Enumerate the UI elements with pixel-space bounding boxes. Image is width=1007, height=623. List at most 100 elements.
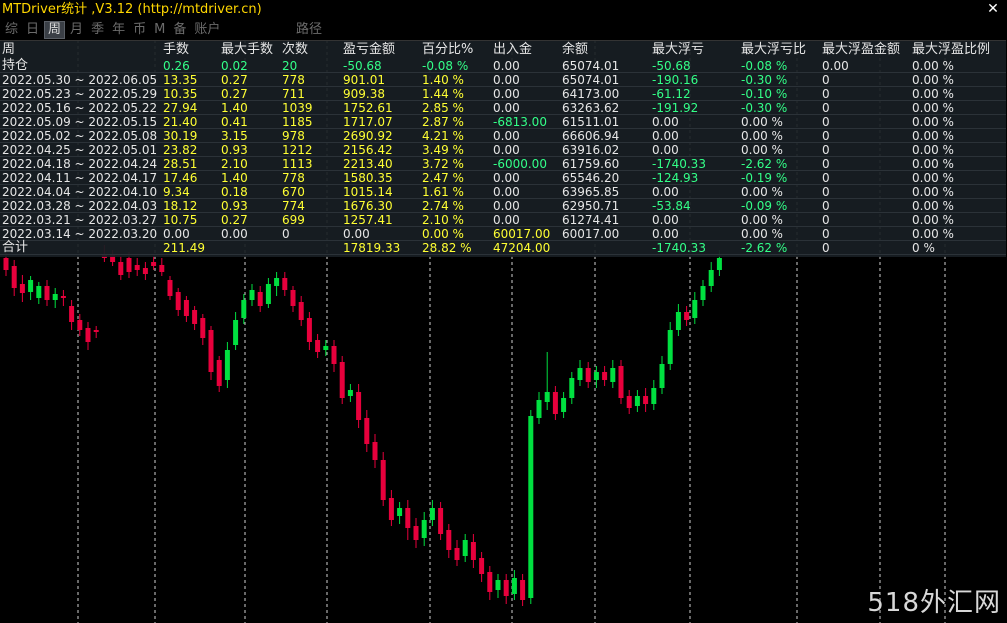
candle — [216, 356, 222, 392]
table-cell: 3.72 % — [422, 157, 464, 171]
candle-body — [257, 292, 263, 306]
table-row[interactable]: 2022.03.21 ~ 2022.03.27 10.75 0.27 699 1257.… — [0, 213, 1006, 227]
table-cell: 1039 — [282, 101, 313, 115]
column-header[interactable]: 最大浮亏比 — [741, 41, 806, 58]
candle-body — [413, 526, 419, 540]
candle — [438, 502, 444, 540]
tab-5[interactable]: 年 — [109, 21, 128, 39]
table-cell: 0.00 % — [912, 199, 954, 213]
column-header[interactable]: 周 — [2, 41, 15, 58]
column-header[interactable]: 最大浮亏 — [652, 41, 704, 58]
candle-body — [331, 346, 337, 364]
table-cell: 2022.04.11 ~ 2022.04.17 — [2, 171, 158, 185]
column-header[interactable]: 出入金 — [493, 41, 532, 58]
table-cell: 61511.01 — [562, 115, 620, 129]
table-cell: -191.92 — [652, 101, 699, 115]
column-header[interactable]: 余额 — [562, 41, 588, 58]
table-row[interactable]: 2022.05.02 ~ 2022.05.08 30.19 3.15 978 2690.… — [0, 129, 1006, 143]
candle-body — [36, 286, 42, 298]
table-row[interactable]: 2022.04.18 ~ 2022.04.24 28.51 2.10 1113 2213… — [0, 157, 1006, 171]
tab-1[interactable]: 日 — [23, 21, 42, 39]
table-cell: 778 — [282, 171, 305, 185]
candle — [93, 326, 99, 338]
table-cell: 18.12 — [163, 199, 198, 213]
candle-body — [347, 390, 353, 396]
column-header[interactable]: 手数 — [163, 41, 189, 58]
tab-7[interactable]: M — [151, 21, 168, 39]
table-total-row[interactable]: 合计 211.49 17819.33 28.82 % 47204.00 -1740.33 -… — [0, 241, 1006, 255]
table-row[interactable]: 2022.04.04 ~ 2022.04.10 9.34 0.18 670 1015.1… — [0, 185, 1006, 199]
table-row[interactable]: 2022.05.09 ~ 2022.05.15 21.40 0.41 1185 1717… — [0, 115, 1006, 129]
candle-body — [28, 280, 34, 292]
candle — [241, 294, 247, 324]
candle-body — [224, 350, 230, 380]
table-cell: 0.00 % — [741, 227, 783, 241]
tab-4[interactable]: 季 — [88, 21, 107, 39]
candle — [192, 306, 198, 330]
candle-body — [667, 330, 673, 364]
candle-body — [93, 330, 99, 332]
tab-0[interactable]: 综 — [2, 21, 21, 39]
column-header[interactable]: 最大浮盈比例 — [912, 41, 990, 58]
candle — [405, 500, 411, 540]
close-button[interactable]: ✕ — [983, 0, 1003, 18]
candle-body — [544, 392, 550, 402]
table-row[interactable]: 2022.03.28 ~ 2022.04.03 18.12 0.93 774 1676.… — [0, 199, 1006, 213]
table-cell: 65546.20 — [562, 171, 620, 185]
table-cell: 0.00 — [493, 213, 520, 227]
column-header[interactable]: 最大手数 — [221, 41, 273, 58]
candle-body — [208, 330, 214, 372]
table-cell: 47204.00 — [493, 241, 551, 255]
table-row[interactable]: 2022.03.14 ~ 2022.03.20 0.00 0.00 0 0.00 0.00… — [0, 227, 1006, 241]
column-header[interactable]: 盈亏金额 — [343, 41, 395, 58]
candle — [388, 490, 394, 526]
table-cell: 0 — [282, 227, 290, 241]
candle — [249, 284, 255, 306]
candle-body — [388, 498, 394, 520]
table-row[interactable]: 2022.04.25 ~ 2022.05.01 23.82 0.93 1212 2156… — [0, 143, 1006, 157]
tab-9[interactable]: 账户 — [191, 21, 223, 39]
table-cell: 0.00 % — [422, 227, 464, 241]
candle-body — [11, 266, 17, 288]
table-cell: 978 — [282, 129, 305, 143]
table-cell: -61.12 — [652, 87, 691, 101]
table-cell: 1212 — [282, 143, 313, 157]
candle-body — [19, 284, 25, 293]
table-cell: -50.68 — [652, 59, 691, 73]
candle-body — [77, 320, 83, 330]
table-row[interactable]: 2022.05.30 ~ 2022.06.05 13.35 0.27 778 901.0… — [0, 73, 1006, 87]
candle-body — [44, 286, 50, 300]
tab-2[interactable]: 周 — [44, 21, 66, 39]
candle — [175, 288, 181, 316]
candle — [446, 524, 452, 558]
candle-body — [577, 368, 583, 380]
candle — [520, 574, 526, 606]
table-cell: 2.47 % — [422, 171, 464, 185]
column-header[interactable]: 次数 — [282, 41, 308, 58]
table-row[interactable]: 2022.05.23 ~ 2022.05.29 10.35 0.27 711 909.3… — [0, 87, 1006, 101]
table-cell: 3.49 % — [422, 143, 464, 157]
table-cell: 0 — [822, 185, 830, 199]
table-row[interactable]: 持仓 0.26 0.02 20 -50.68 -0.08 % 0.00 65074.01 -50… — [0, 59, 1006, 73]
table-cell: 17.46 — [163, 171, 198, 185]
tab-3[interactable]: 月 — [67, 21, 86, 39]
candle-body — [536, 400, 542, 418]
candle — [479, 552, 485, 582]
table-cell: 13.35 — [163, 73, 198, 87]
table-row[interactable]: 2022.04.11 ~ 2022.04.17 17.46 1.40 778 1580.… — [0, 171, 1006, 185]
column-header[interactable]: 最大浮盈金额 — [822, 41, 900, 58]
table-cell: 2022.05.09 ~ 2022.05.15 — [2, 115, 158, 129]
tab-path[interactable]: 路径 — [296, 21, 322, 39]
table-cell: 0.00 — [493, 73, 520, 87]
tab-6[interactable]: 币 — [130, 21, 149, 39]
candle-body — [470, 542, 476, 560]
tab-8[interactable]: 备 — [170, 21, 189, 39]
table-row[interactable]: 2022.05.16 ~ 2022.05.22 27.94 1.40 1039 1752… — [0, 101, 1006, 115]
candle — [200, 314, 206, 345]
candle — [19, 275, 25, 302]
column-header[interactable]: 百分比% — [422, 41, 473, 58]
table-cell: 0.00 % — [741, 185, 783, 199]
candle — [233, 312, 239, 350]
candle-body — [142, 268, 148, 274]
candle-body — [610, 368, 616, 382]
